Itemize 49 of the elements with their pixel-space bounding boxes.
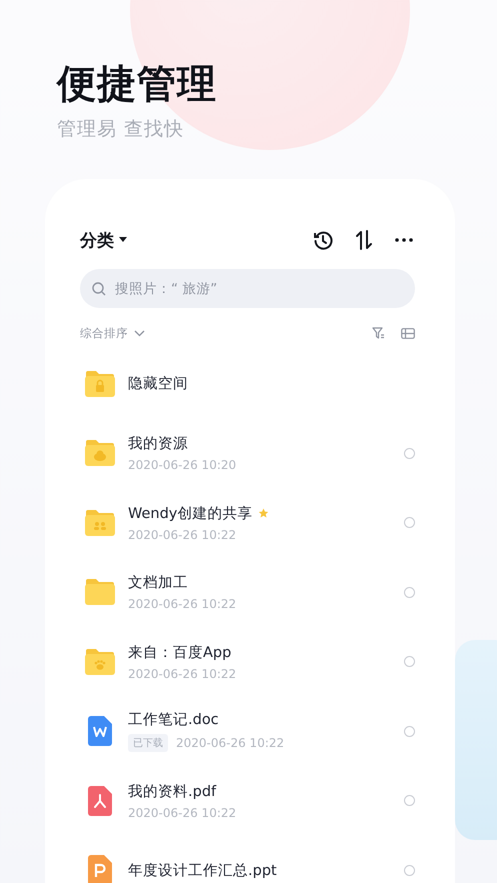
file-row[interactable]: 我的资源 2020-06-26 10:20 [80, 418, 415, 488]
search-icon [92, 282, 106, 296]
file-date: 2020-06-26 10:22 [176, 736, 284, 750]
select-radio[interactable] [404, 517, 415, 528]
file-name: 文档加工 [128, 574, 188, 592]
cloud-folder-icon [84, 439, 116, 468]
file-name: 隐藏空间 [128, 375, 188, 394]
page-title: 便捷管理 [57, 62, 218, 108]
file-date: 2020-06-26 10:22 [128, 666, 236, 681]
folder-icon [84, 578, 116, 606]
select-radio[interactable] [404, 586, 415, 598]
select-radio[interactable] [404, 795, 415, 806]
select-radio[interactable] [404, 448, 415, 459]
people-folder-icon [84, 508, 116, 537]
file-row[interactable]: 年度设计工作汇总.ppt [80, 836, 415, 883]
paw-folder-icon [84, 648, 116, 676]
sort-icon[interactable] [355, 230, 373, 250]
page-subtitle: 管理易 查找快 [57, 117, 186, 142]
chevron-icon [134, 330, 145, 336]
pdf-file-icon [88, 786, 112, 816]
file-row[interactable]: 我的资料.pdf 2020-06-26 10:22 [80, 766, 415, 836]
file-name: 工作笔记.doc [128, 711, 219, 730]
select-radio[interactable] [404, 656, 415, 668]
file-name: 年度设计工作汇总.ppt [128, 862, 277, 880]
word-file-icon [88, 716, 112, 746]
select-radio[interactable] [404, 726, 415, 737]
file-row[interactable]: 来自：百度App 2020-06-26 10:22 [80, 627, 415, 696]
caret-icon [119, 237, 127, 243]
file-name: 我的资源 [128, 435, 188, 454]
downloaded-tag: 已下载 [128, 734, 168, 752]
file-date: 2020-06-26 10:22 [128, 597, 236, 612]
list-view-icon[interactable] [401, 328, 415, 338]
search-field[interactable]: 搜照片：“ 旅游” [80, 269, 415, 308]
lock-folder-icon [84, 370, 116, 398]
select-radio[interactable] [404, 864, 415, 876]
category-dropdown[interactable]: 分类 [80, 228, 127, 252]
file-name: 来自：百度App [128, 644, 232, 662]
file-date: 2020-06-26 10:22 [128, 528, 236, 542]
file-row[interactable]: Wendy创建的共享 2020-06-26 10:22 [80, 488, 415, 558]
filter-icon[interactable] [372, 327, 385, 339]
file-row[interactable]: 隐藏空间 [80, 349, 415, 418]
history-icon[interactable] [313, 230, 333, 250]
file-row[interactable]: 文档加工 2020-06-26 10:22 [80, 558, 415, 627]
file-row[interactable]: 工作笔记.doc 已下载 2020-06-26 10:22 [80, 696, 415, 766]
more-icon[interactable] [395, 238, 413, 242]
file-name: Wendy创建的共享 [128, 504, 252, 523]
file-date: 2020-06-26 10:22 [128, 806, 236, 820]
file-date: 2020-06-26 10:20 [128, 458, 236, 472]
file-name: 我的资料.pdf [128, 782, 216, 801]
